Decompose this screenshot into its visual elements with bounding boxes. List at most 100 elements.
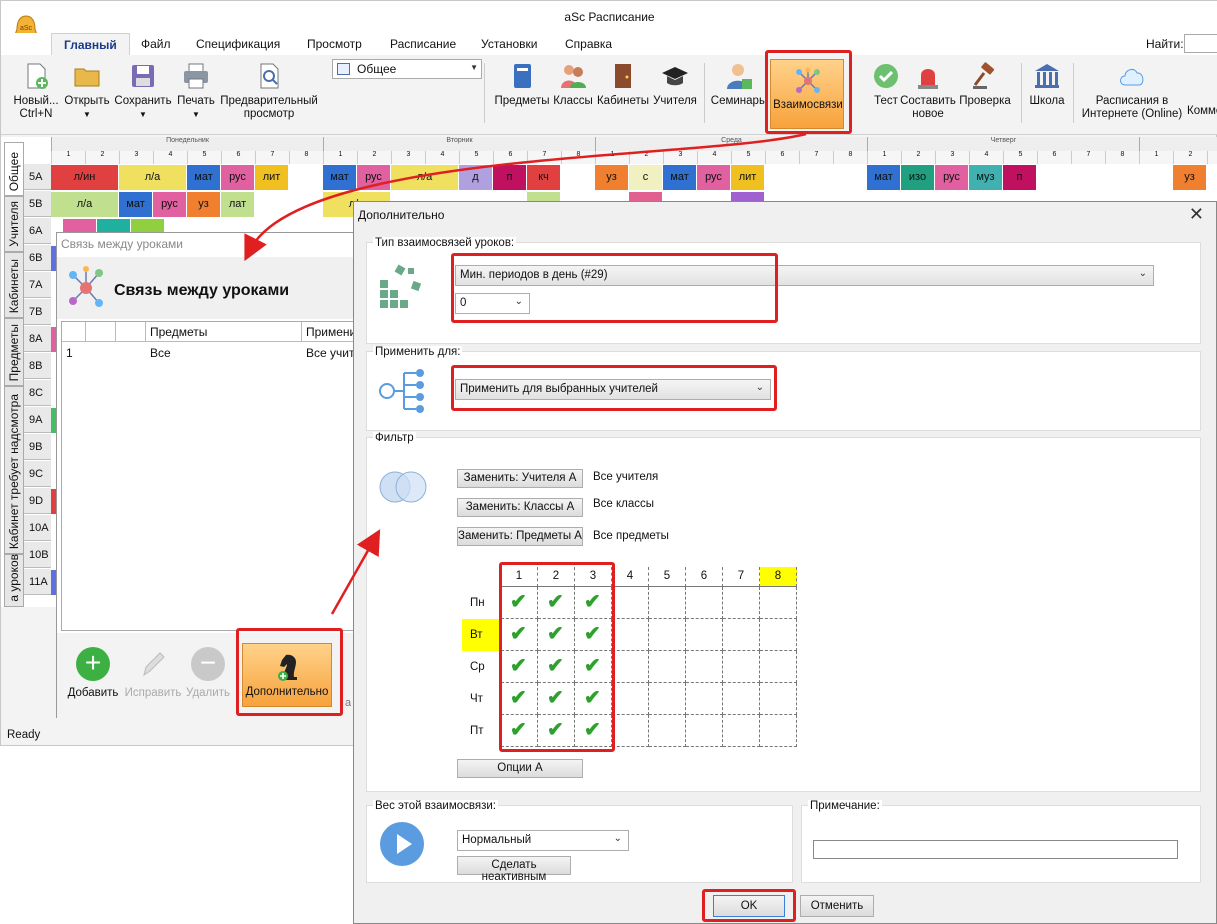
lesson-card[interactable]: рус — [697, 165, 730, 190]
grid-row-label[interactable]: Пн — [462, 587, 500, 619]
grid-cell[interactable]: ✔ — [575, 619, 612, 651]
grid-cell[interactable] — [612, 587, 649, 619]
grid-cell[interactable]: ✔ — [501, 619, 538, 651]
grid-cell[interactable]: ✔ — [538, 651, 575, 683]
school-button[interactable]: Школа — [1027, 61, 1067, 108]
ok-button[interactable]: OK — [713, 895, 785, 917]
classes-button[interactable]: Классы — [553, 61, 593, 108]
tab-help[interactable]: Справка — [565, 37, 612, 51]
grid-column-header[interactable]: 2 — [538, 567, 575, 587]
column-header-subjects[interactable]: Предметы — [146, 322, 302, 342]
replace-teachers-button[interactable]: Заменить: Учителя А — [457, 469, 583, 488]
column-header[interactable] — [62, 322, 86, 342]
check-button[interactable]: Проверка — [957, 61, 1013, 108]
lesson-card[interactable]: п — [493, 165, 526, 190]
grid-cell[interactable] — [760, 587, 797, 619]
grid-column-header[interactable]: 7 — [723, 567, 760, 587]
grid-cell[interactable] — [686, 651, 723, 683]
class-row-label[interactable]: 7A — [24, 272, 51, 298]
class-row-label[interactable]: 5B — [24, 191, 51, 217]
apply-for-select[interactable]: Применить для выбранных учителей ⌄ — [455, 379, 771, 400]
grid-column-header[interactable]: 5 — [649, 567, 686, 587]
grid-row-label[interactable]: Пт — [462, 715, 500, 747]
class-row-label[interactable]: 9A — [24, 407, 51, 433]
grid-column-header[interactable]: 1 — [501, 567, 538, 587]
lesson-card[interactable]: лит — [731, 165, 764, 190]
lesson-card[interactable]: уз — [1173, 165, 1206, 190]
lesson-card[interactable]: л/а — [119, 165, 186, 190]
note-input[interactable] — [813, 840, 1178, 859]
grid-cell[interactable]: ✔ — [575, 715, 612, 747]
grid-cell[interactable]: ✔ — [538, 683, 575, 715]
grid-cell[interactable]: ✔ — [501, 715, 538, 747]
options-button[interactable]: Опции А — [457, 759, 583, 778]
lesson-card[interactable]: лит — [255, 165, 288, 190]
class-row-label[interactable]: 10A — [24, 515, 51, 541]
lesson-card[interactable]: кч — [527, 165, 560, 190]
lesson-card[interactable]: д — [459, 165, 492, 190]
test-button[interactable]: Тест — [870, 61, 902, 108]
lesson-card[interactable]: уз — [595, 165, 628, 190]
grid-cell[interactable] — [612, 683, 649, 715]
side-tab-teachers[interactable]: Учителя — [4, 196, 24, 252]
grid-cell[interactable] — [723, 619, 760, 651]
tab-settings[interactable]: Установки — [481, 37, 537, 51]
grid-cell[interactable] — [649, 619, 686, 651]
grid-row-label[interactable]: Ср — [462, 651, 500, 683]
lesson-card[interactable]: рус — [357, 165, 390, 190]
grid-cell[interactable]: ✔ — [575, 683, 612, 715]
grid-cell[interactable]: ✔ — [501, 651, 538, 683]
class-row-label[interactable]: 6A — [24, 218, 51, 244]
edit-button[interactable]: Исправить — [123, 647, 183, 699]
print-button[interactable]: Печать ▼ — [174, 61, 218, 121]
class-row-label[interactable]: 8A — [24, 326, 51, 352]
tab-home[interactable]: Главный — [51, 33, 130, 56]
side-tab-lessons[interactable]: а уроков — [4, 554, 24, 607]
advanced-button[interactable]: Дополнительно — [242, 643, 332, 707]
grid-cell[interactable]: ✔ — [575, 651, 612, 683]
class-row-label[interactable]: 11A — [24, 569, 51, 595]
grid-cell[interactable] — [686, 619, 723, 651]
grid-cell[interactable] — [649, 715, 686, 747]
rooms-button[interactable]: Кабинеты — [595, 61, 651, 108]
replace-classes-button[interactable]: Заменить: Классы А — [457, 498, 583, 517]
lesson-card[interactable]: мат — [119, 192, 152, 217]
lesson-card[interactable]: муз — [969, 165, 1002, 190]
grid-cell[interactable] — [649, 683, 686, 715]
class-row-label[interactable]: 10B — [24, 542, 51, 568]
grid-cell[interactable] — [760, 683, 797, 715]
class-row-label[interactable]: 9C — [24, 461, 51, 487]
lesson-card[interactable]: изо — [901, 165, 934, 190]
view-select[interactable]: Общее ▼ — [332, 59, 482, 79]
class-row-label[interactable]: 5A — [24, 164, 51, 190]
grid-cell[interactable]: ✔ — [538, 715, 575, 747]
tab-view[interactable]: Просмотр — [307, 37, 362, 51]
grid-column-header[interactable]: 8 — [760, 567, 797, 587]
save-button[interactable]: Сохранить ▼ — [114, 61, 172, 121]
lesson-card[interactable]: уз — [187, 192, 220, 217]
grid-cell[interactable] — [686, 683, 723, 715]
find-input[interactable] — [1184, 34, 1217, 53]
weight-select[interactable]: Нормальный ⌄ — [457, 830, 629, 851]
count-select[interactable]: 0 ⌄ — [455, 293, 530, 314]
class-row-label[interactable]: 8C — [24, 380, 51, 406]
grid-cell[interactable] — [612, 715, 649, 747]
grid-cell[interactable] — [723, 651, 760, 683]
lesson-card[interactable]: мат — [187, 165, 220, 190]
relations-button[interactable]: Взаимосвязи — [770, 59, 844, 129]
teachers-button[interactable]: Учителя — [652, 61, 698, 108]
row-applies[interactable]: Все учите — [306, 346, 356, 360]
comments-button[interactable]: Комме — [1187, 105, 1217, 118]
link-type-select[interactable]: Мин. периодов в день (#29) ⌄ — [455, 265, 1154, 286]
deactivate-button[interactable]: Сделать неактивным — [457, 856, 571, 883]
grid-column-header[interactable]: 4 — [612, 567, 649, 587]
lesson-card[interactable]: л/ин — [51, 165, 118, 190]
side-tab-general[interactable]: Общее — [4, 142, 24, 196]
tab-file[interactable]: Файл — [141, 37, 171, 51]
grid-cell[interactable] — [612, 651, 649, 683]
grid-cell[interactable] — [723, 683, 760, 715]
side-tab-subjects[interactable]: Предметы — [4, 318, 24, 386]
grid-cell[interactable] — [686, 587, 723, 619]
seminars-button[interactable]: Семинары — [710, 61, 768, 108]
grid-row-label[interactable]: Вт — [462, 619, 500, 651]
